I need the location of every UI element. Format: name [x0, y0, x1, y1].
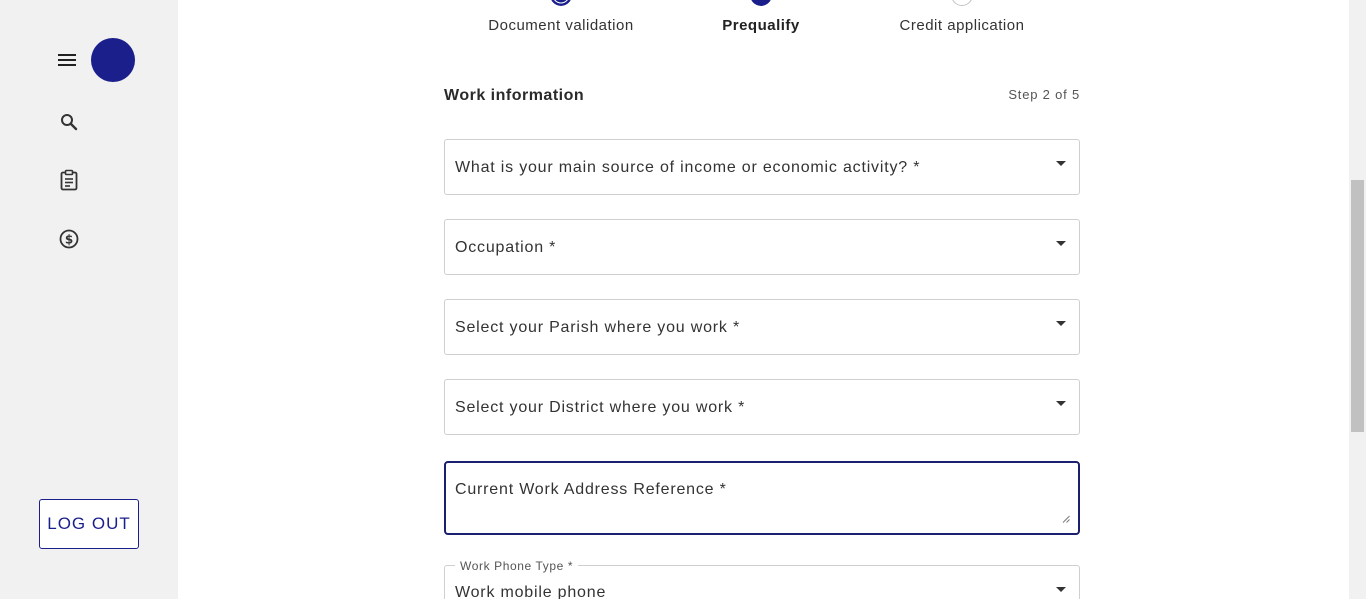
step-pending-icon [952, 0, 972, 6]
menu-icon[interactable] [52, 45, 82, 75]
dropdown-arrow-icon [1056, 587, 1066, 592]
scrollbar-thumb[interactable] [1351, 180, 1364, 432]
occupation-select[interactable]: Occupation * [444, 219, 1080, 275]
search-icon[interactable] [56, 109, 82, 135]
work-phone-type-select[interactable]: Work Phone Type * Work mobile phone [444, 559, 1080, 599]
avatar[interactable] [91, 38, 135, 82]
scrollbar[interactable] [1349, 0, 1366, 599]
resize-handle-icon[interactable] [1062, 515, 1070, 523]
parish-label: Select your Parish where you work * [455, 319, 740, 336]
step-label-prequalify[interactable]: Prequalify [722, 17, 800, 34]
dropdown-arrow-icon [1056, 401, 1066, 406]
district-label: Select your District where you work * [455, 399, 746, 416]
dropdown-arrow-icon [1056, 241, 1066, 246]
step-count: Step 2 of 5 [1008, 87, 1080, 102]
district-select[interactable]: Select your District where you work * [444, 379, 1080, 435]
work-phone-type-value: Work mobile phone [455, 584, 607, 599]
dropdown-arrow-icon [1056, 321, 1066, 326]
income-source-label: What is your main source of income or ec… [455, 159, 921, 176]
step-active-icon [751, 0, 771, 6]
svg-text:$: $ [65, 233, 73, 247]
logout-button[interactable]: LOG OUT [39, 499, 139, 549]
sidebar: $ LOG OUT [0, 0, 178, 599]
main-content: Document validation Prequalify Credit ap… [178, 0, 1349, 599]
dollar-icon[interactable]: $ [56, 226, 82, 252]
step-label-credit-application[interactable]: Credit application [900, 17, 1025, 34]
dropdown-arrow-icon [1056, 161, 1066, 166]
section-title: Work information [444, 87, 585, 104]
work-address-textarea[interactable]: Current Work Address Reference * [444, 461, 1080, 535]
step-label-document-validation[interactable]: Document validation [488, 17, 633, 34]
income-source-select[interactable]: What is your main source of income or ec… [444, 139, 1080, 195]
occupation-label: Occupation * [455, 239, 557, 256]
step-completed-icon [551, 0, 571, 6]
work-phone-type-legend: Work Phone Type * [455, 559, 579, 573]
parish-select[interactable]: Select your Parish where you work * [444, 299, 1080, 355]
work-address-label: Current Work Address Reference * [455, 481, 727, 498]
clipboard-icon[interactable] [56, 167, 82, 193]
